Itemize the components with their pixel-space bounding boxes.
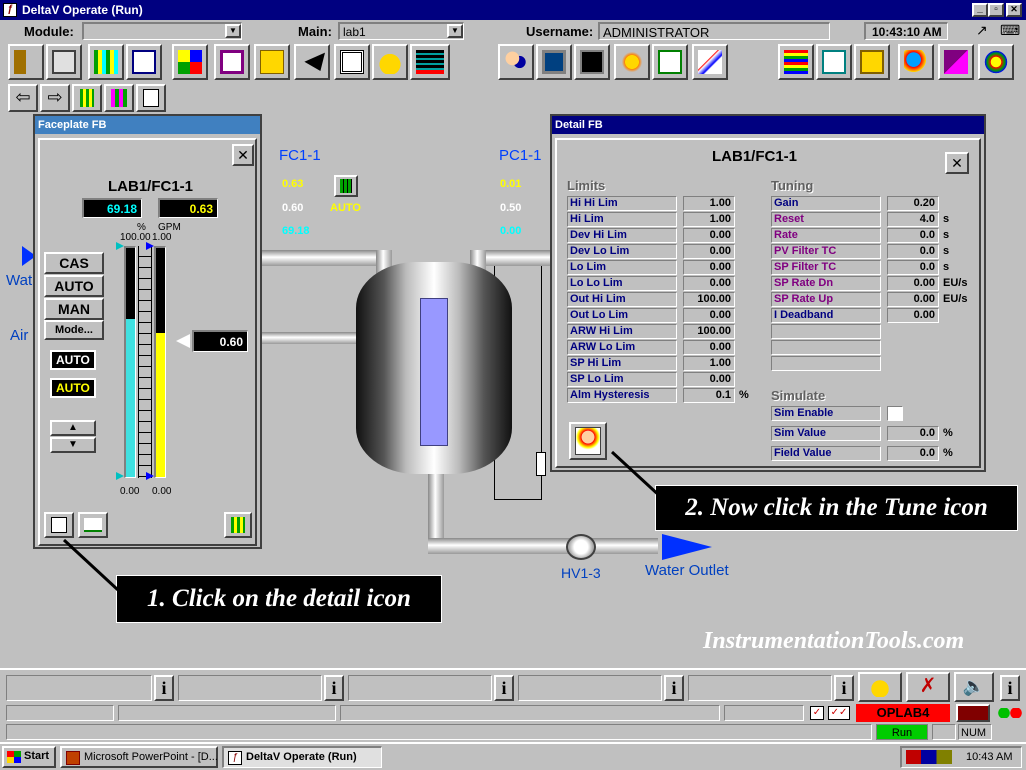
- alarm-info-button-6[interactable]: i: [1000, 675, 1020, 701]
- alarm-bell-icon[interactable]: [858, 672, 902, 702]
- acknowledge-icon[interactable]: ✓: [810, 706, 824, 720]
- num-indicator: NUM: [958, 724, 992, 740]
- blank-indicator: [932, 724, 956, 740]
- alarm-slot-4[interactable]: [518, 675, 662, 701]
- alarm-info-button-1[interactable]: i: [154, 675, 174, 701]
- silence-horn-icon[interactable]: ✗: [906, 672, 950, 702]
- run-cell-empty: [6, 724, 872, 740]
- deltav-icon: ƒ: [228, 751, 242, 765]
- callout-1-arrow: [62, 538, 120, 592]
- alarm-slot-5[interactable]: [688, 675, 832, 701]
- taskbar-powerpoint[interactable]: Microsoft PowerPoint - [D...: [60, 746, 218, 768]
- alarm-info-button-2[interactable]: i: [324, 675, 344, 701]
- alarm-banner: i i i i i ✗ 🔈 i: [0, 668, 1026, 704]
- alarm-info-button-3[interactable]: i: [494, 675, 514, 701]
- speaker-icon[interactable]: 🔈: [954, 672, 994, 702]
- start-button[interactable]: Start: [2, 746, 56, 768]
- alarm-slot-3[interactable]: [348, 675, 492, 701]
- alarm-node-badge[interactable]: OPLAB4: [856, 704, 950, 722]
- taskbar-deltav-label: DeltaV Operate (Run): [246, 751, 357, 763]
- alarm-slot-1[interactable]: [6, 675, 152, 701]
- status-cell-4: [724, 705, 804, 721]
- system-tray: 10:43 AM: [900, 746, 1022, 768]
- run-indicator: Run: [876, 724, 928, 740]
- status-row: ✓ ✓✓ OPLAB4: [0, 704, 1026, 722]
- alarm-info-button-4[interactable]: i: [664, 675, 684, 701]
- acknowledge-all-icon[interactable]: ✓✓: [828, 706, 850, 720]
- status-cell-1: [6, 705, 114, 721]
- run-text: Run: [891, 727, 913, 739]
- windows-logo-icon: [7, 751, 21, 763]
- taskbar: Start Microsoft PowerPoint - [D... ƒ Del…: [0, 742, 1026, 770]
- alarm-info-button-5[interactable]: i: [834, 675, 854, 701]
- taskbar-deltav[interactable]: ƒ DeltaV Operate (Run): [222, 746, 382, 768]
- status-lights-icon: [998, 708, 1022, 718]
- start-label: Start: [24, 750, 50, 762]
- tray-clock: 10:43 AM: [966, 751, 1013, 763]
- run-row: Run NUM: [0, 722, 1026, 742]
- tray-icons[interactable]: [906, 750, 952, 764]
- network-status-icon[interactable]: [956, 704, 990, 722]
- watermark: InstrumentationTools.com: [703, 628, 965, 654]
- powerpoint-icon: [66, 751, 80, 765]
- num-text: NUM: [961, 727, 987, 739]
- callout-2-arrow: [610, 450, 664, 500]
- status-cell-2: [118, 705, 336, 721]
- taskbar-powerpoint-label: Microsoft PowerPoint - [D...: [84, 751, 218, 763]
- alarm-slot-2[interactable]: [178, 675, 322, 701]
- alarm-node: OPLAB4: [876, 705, 930, 720]
- status-cell-3: [340, 705, 720, 721]
